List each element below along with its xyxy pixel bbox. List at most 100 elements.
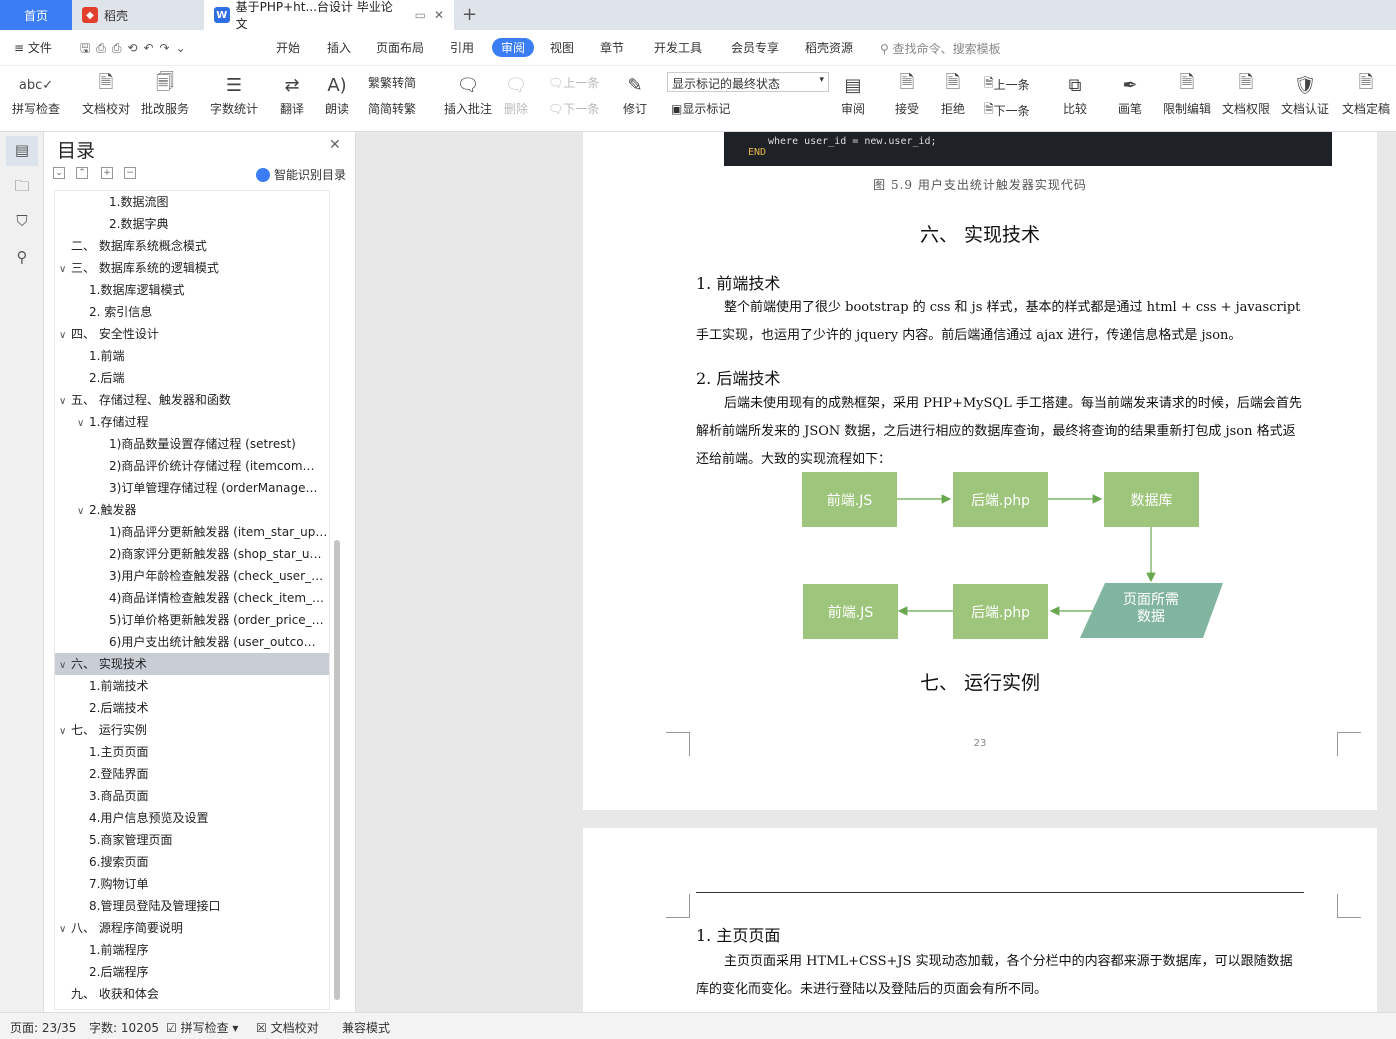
new-tab-icon[interactable]: + [462,4,477,25]
toc-item[interactable]: ∨ 七、 运行实例 [55,719,329,741]
word-count-button[interactable]: ☰ 字数统计 [210,70,258,117]
delete-comment-button[interactable]: 🗨 删除 [503,70,529,117]
toc-item[interactable]: 1.主页页面 [55,741,329,763]
toc-item[interactable]: 7.购物订单 [55,873,329,895]
chevron-down-icon[interactable]: ∨ [59,259,71,279]
toc-item[interactable]: 6)用户支出统计触发器 (user_outco… [55,631,329,653]
toc-item[interactable]: 6.搜索页面 [55,851,329,873]
menu-member[interactable]: 会员专享 [731,39,779,56]
bookmark-icon[interactable]: ⛉ [12,212,32,232]
toc-item[interactable]: 3)订单管理存储过程 (orderManage… [55,477,329,499]
toc-item[interactable]: 3.商品页面 [55,785,329,807]
toc-item[interactable]: 5.商家管理页面 [55,829,329,851]
add-level-icon[interactable]: + [101,167,113,179]
tab-daoke[interactable]: ◆ 稻壳 [72,0,202,30]
menu-insert[interactable]: 插入 [327,39,351,56]
prev-comment-button[interactable]: 🗨 上一条 [548,74,599,91]
doc-cert-button[interactable]: 🛡 文档认证 [1281,70,1329,117]
spell-check-button[interactable]: abc✓ 拼写检查 [12,70,60,117]
menu-daoke-resources[interactable]: 稻壳资源 [805,39,853,56]
compare-button[interactable]: ⧉ 比较 [1062,70,1088,117]
prev-revision-button[interactable]: 🗎 上一条 [984,74,1030,95]
toc-item[interactable]: 1.前端程序 [55,939,329,961]
simp-to-trad-button[interactable]: 简 简转繁 [368,100,416,117]
markup-state-select[interactable]: 显示标记的最终状态 ▾ [667,72,829,92]
toc-item[interactable]: ∨ 四、 安全性设计 [55,323,329,345]
toc-item[interactable]: 2.后端 [55,367,329,389]
next-revision-button[interactable]: 🗎 下一条 [984,100,1030,121]
toc-item[interactable]: ∨ 八、 源程序简要说明 [55,917,329,939]
toc-item[interactable]: 2.数据字典 [55,213,329,235]
next-comment-button[interactable]: 🗨 下一条 [548,100,599,117]
toc-item[interactable]: 2)商品评价统计存储过程 (itemcom… [55,455,329,477]
toc-item[interactable]: ∨ 1.存储过程 [55,411,329,433]
toc-item[interactable]: 2.后端技术 [55,697,329,719]
chevron-down-icon[interactable]: ∨ [59,721,71,741]
page-count[interactable]: 页面: 23/35 [10,1019,76,1036]
menu-layout[interactable]: 页面布局 [376,39,424,56]
chapter-nav-icon[interactable]: 🗀 [12,176,32,196]
search-icon[interactable]: ⚲ [12,248,32,268]
toc-item[interactable]: 2. 索引信息 [55,301,329,323]
outline-icon[interactable]: ▤ [6,136,38,166]
toc-item[interactable]: 九、 收获和体会 [55,983,329,1005]
tab-document[interactable]: W 基于PHP+ht...台设计 毕业论文 ▭ ✕ [204,0,454,31]
menu-devtools[interactable]: 开发工具 [654,39,702,56]
close-tab-icon[interactable]: ✕ [434,8,444,22]
toc-item[interactable]: ∨ 2.触发器 [55,499,329,521]
accept-button[interactable]: 🗎 接受 [894,70,920,117]
translate-button[interactable]: ⇄ 翻译 [279,70,305,117]
trad-to-simp-button[interactable]: 䌓 繁转简 [368,74,416,91]
quick-access-icons[interactable]: 🖫⎙⎙⟲↶↷⌄ [80,39,192,60]
toc-item[interactable]: ∨ 六、 实现技术 [55,653,329,675]
doc-proof-button[interactable]: 🗎 文档校对 [82,70,130,117]
show-markup-button[interactable]: ▣ 显示标记 [671,100,730,117]
close-icon[interactable]: ✕ [329,137,341,153]
toc-item[interactable]: 1)商品数量设置存储过程 (setrest) [55,433,329,455]
toc-item[interactable]: ∨ 五、 存储过程、触发器和函数 [55,389,329,411]
chevron-down-icon[interactable]: ∨ [59,919,71,939]
menu-start[interactable]: 开始 [276,39,300,56]
remove-level-icon[interactable]: − [124,167,136,179]
review-pane-button[interactable]: ▤ 审阅 [840,70,866,117]
toc-item[interactable]: 3)用户年龄检查触发器 (check_user_… [55,565,329,587]
doc-permission-button[interactable]: 🗎 文档权限 [1222,70,1270,117]
insert-comment-button[interactable]: 🗨 插入批注 [444,70,492,117]
toc-item[interactable]: 1.数据库逻辑模式 [55,279,329,301]
toc-scrollbar[interactable] [334,540,340,1000]
menu-view[interactable]: 视图 [550,39,574,56]
pen-button[interactable]: ✒ 画笔 [1117,70,1143,117]
expand-all-icon[interactable]: ⌃ [76,167,88,179]
toc-item[interactable]: 2.后端程序 [55,961,329,983]
toc-item[interactable]: 5)订单价格更新触发器 (order_price_… [55,609,329,631]
file-menu[interactable]: ≡ 文件 [14,39,52,56]
screen-icon[interactable]: ▭ [415,8,426,22]
word-count[interactable]: 字数: 10205 [89,1019,159,1036]
status-doc-proof[interactable]: ☒ 文档校对 [256,1019,319,1036]
doc-final-button[interactable]: 🗎 文档定稿 [1342,70,1390,117]
menu-chapter[interactable]: 章节 [600,39,624,56]
status-spell-check[interactable]: ☑ 拼写检查 ▾ [166,1019,238,1036]
command-search[interactable]: ⚲ 查找命令、搜索模板 [880,40,1001,57]
chevron-down-icon[interactable]: ∨ [77,501,89,521]
toc-item[interactable]: 4)商品详情检查触发器 (check_item_… [55,587,329,609]
collapse-all-icon[interactable]: ⌄ [53,167,65,179]
toc-item[interactable]: 1.前端 [55,345,329,367]
revise-button[interactable]: ✎ 修订 [622,70,648,117]
toc-item[interactable]: 二、 数据库系统概念模式 [55,235,329,257]
restrict-edit-button[interactable]: 🗎 限制编辑 [1163,70,1211,117]
chevron-down-icon[interactable]: ∨ [59,391,71,411]
toc-item[interactable]: 1.前端技术 [55,675,329,697]
toc-item[interactable]: 4.用户信息预览及设置 [55,807,329,829]
chevron-down-icon[interactable]: ∨ [77,413,89,433]
chevron-down-icon[interactable]: ∨ [59,655,71,675]
read-aloud-button[interactable]: A) 朗读 [324,70,350,117]
reject-button[interactable]: 🗎 拒绝 [940,70,966,117]
tab-home[interactable]: 首页 [0,0,72,30]
toc-item[interactable]: 8.管理员登陆及管理接口 [55,895,329,917]
toc-item[interactable]: 1.数据流图 [55,191,329,213]
menu-review[interactable]: 审阅 [492,38,535,57]
toc-item[interactable]: 2.登陆界面 [55,763,329,785]
smart-toc-button[interactable]: 智能识别目录 [256,166,346,183]
toc-item[interactable]: ∨ 三、 数据库系统的逻辑模式 [55,257,329,279]
